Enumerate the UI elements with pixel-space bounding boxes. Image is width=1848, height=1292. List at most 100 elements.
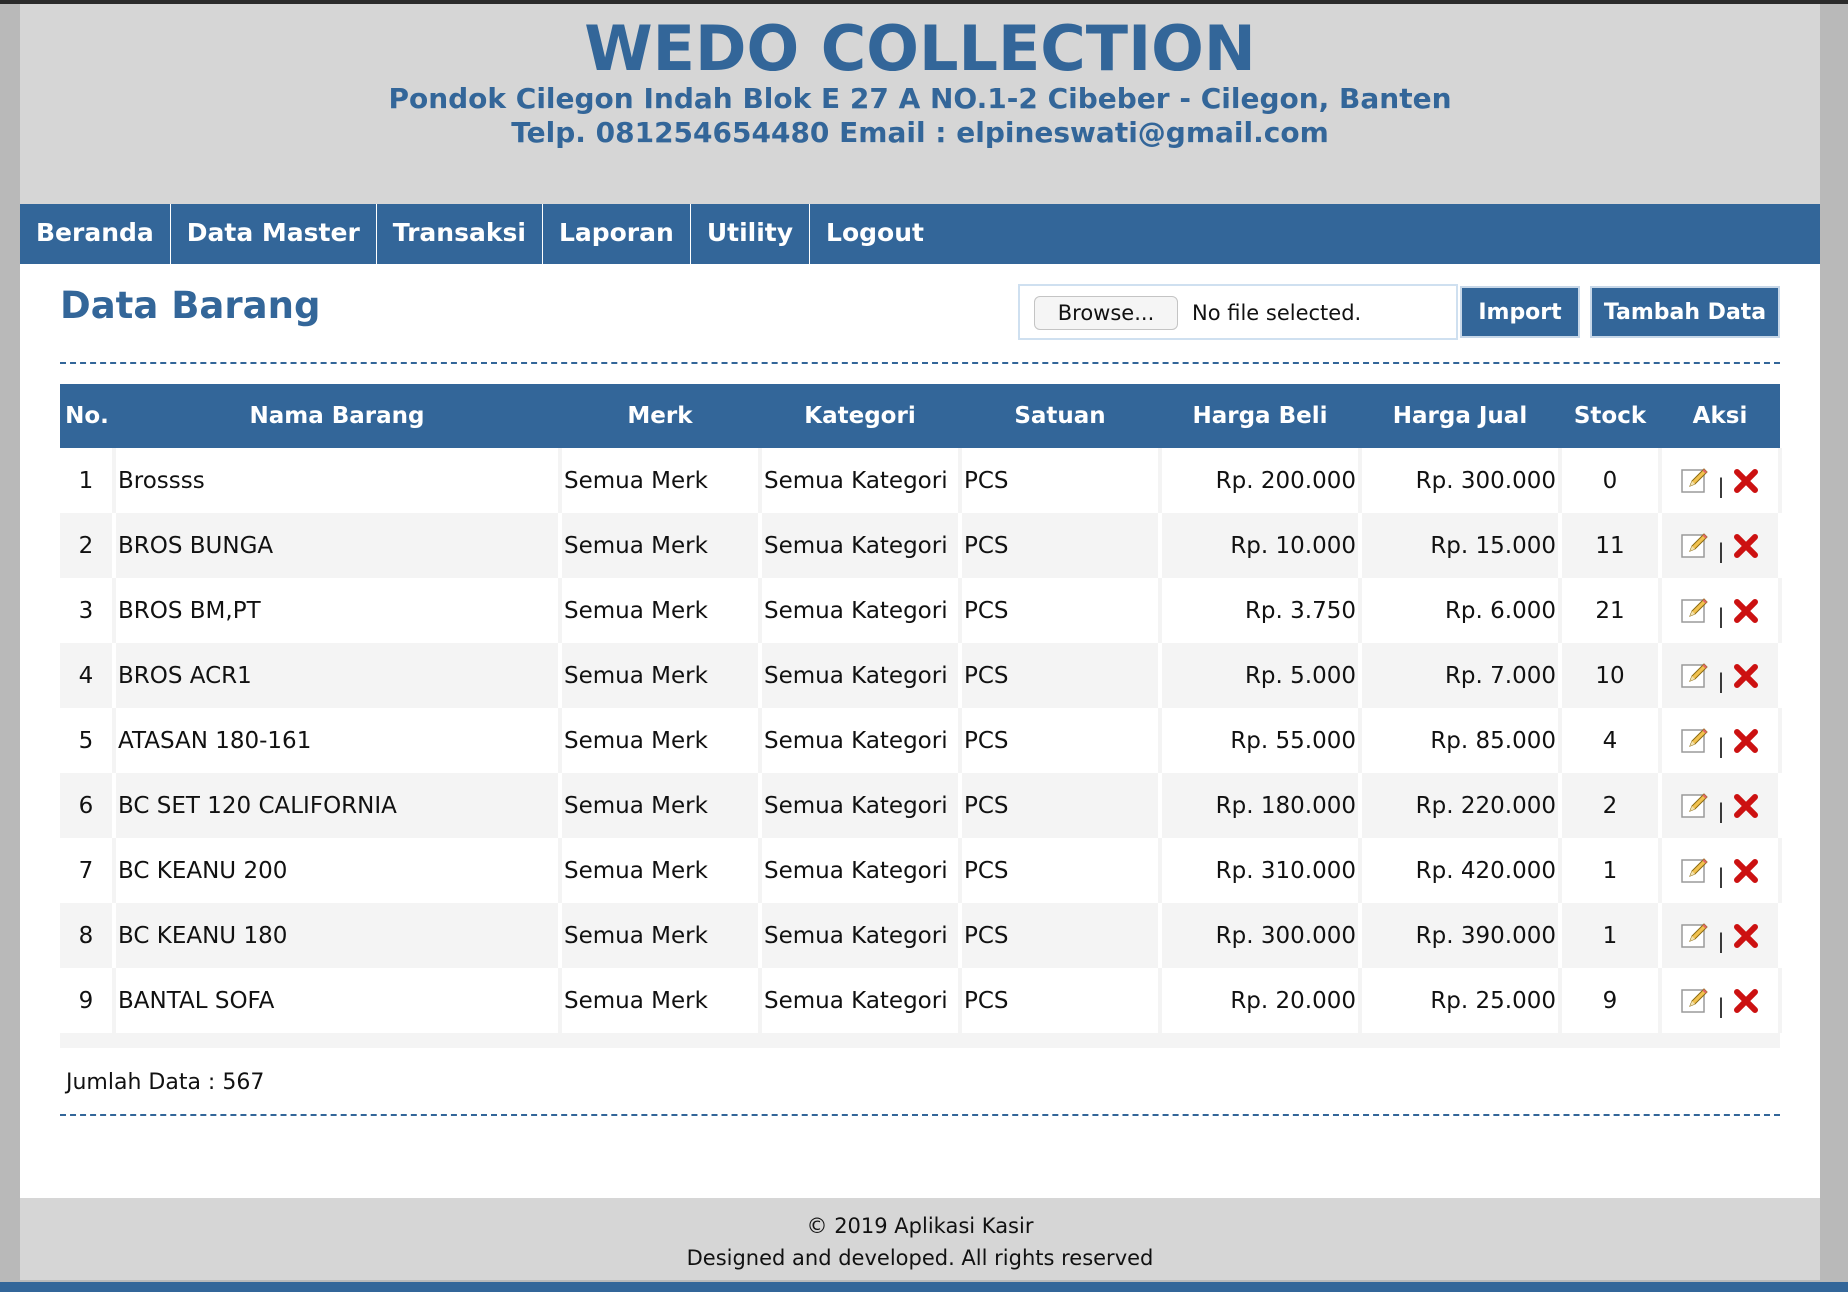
- delete-icon[interactable]: [1732, 922, 1760, 950]
- delete-icon[interactable]: [1732, 792, 1760, 820]
- row-actions: |: [1664, 724, 1776, 758]
- edit-icon[interactable]: [1680, 596, 1710, 626]
- edit-icon[interactable]: [1680, 726, 1710, 756]
- nav-item-data-master[interactable]: Data Master: [171, 204, 377, 264]
- cell-satuan: PCS: [958, 578, 1162, 643]
- file-input[interactable]: Browse... No file selected.: [1018, 284, 1458, 340]
- row-actions: |: [1664, 529, 1776, 563]
- cell-nama: BROS BUNGA: [112, 513, 562, 578]
- edit-icon[interactable]: [1680, 986, 1710, 1016]
- table-row: 8 BC KEANU 180 Semua Merk Semua Kategori PCS…: [60, 903, 1782, 968]
- cell-satuan: PCS: [958, 643, 1162, 708]
- edit-icon[interactable]: [1680, 661, 1710, 691]
- cell-merk: Semua Merk: [558, 968, 762, 1033]
- footer-copyright: © 2019 Aplikasi Kasir: [806, 1214, 1034, 1238]
- table-row: 3 BROS BM,PT Semua Merk Semua Kategori PCS Rp…: [60, 578, 1782, 643]
- brand-title: WEDO COLLECTION: [584, 12, 1256, 85]
- cell-aksi: |: [1658, 448, 1782, 513]
- cell-harga-beli: Rp. 10.000: [1158, 513, 1362, 578]
- table-row: 4 BROS ACR1 Semua Merk Semua Kategori PCS Rp.…: [60, 643, 1782, 708]
- cell-kategori: Semua Kategori: [758, 708, 962, 773]
- site-header: WEDO COLLECTION Pondok Cilegon Indah Blo…: [20, 4, 1820, 204]
- col-header-kategori: Kategori: [760, 384, 960, 448]
- delete-icon[interactable]: [1732, 532, 1760, 560]
- cell-no: 4: [60, 643, 116, 708]
- cell-stock: 2: [1558, 773, 1662, 838]
- nav-item-logout[interactable]: Logout: [810, 204, 940, 264]
- edit-icon[interactable]: [1680, 466, 1710, 496]
- cell-no: 2: [60, 513, 116, 578]
- bottom-border: [0, 1282, 1848, 1292]
- cell-nama: BC KEANU 200: [112, 838, 562, 903]
- action-separator: |: [1717, 603, 1725, 628]
- delete-icon[interactable]: [1732, 662, 1760, 690]
- nav-item-transaksi[interactable]: Transaksi: [377, 204, 543, 264]
- cell-harga-jual: Rp. 15.000: [1358, 513, 1562, 578]
- cell-merk: Semua Merk: [558, 708, 762, 773]
- cell-harga-jual: Rp. 420.000: [1358, 838, 1562, 903]
- table-row: 5 ATASAN 180-161 Semua Merk Semua Kategori P…: [60, 708, 1782, 773]
- action-separator: |: [1717, 668, 1725, 693]
- row-actions: |: [1664, 984, 1776, 1018]
- action-separator: |: [1717, 798, 1725, 823]
- cell-merk: Semua Merk: [558, 513, 762, 578]
- data-table-container: No. Nama Barang Merk Kategori Satuan Har…: [60, 384, 1782, 1048]
- cell-satuan: PCS: [958, 708, 1162, 773]
- cell-kategori: Semua Kategori: [758, 903, 962, 968]
- cell-stock: 11: [1558, 513, 1662, 578]
- cell-no: 6: [60, 773, 116, 838]
- cell-harga-beli: Rp. 55.000: [1158, 708, 1362, 773]
- table-row: 7 BC KEANU 200 Semua Merk Semua Kategori PCS…: [60, 838, 1782, 903]
- delete-icon[interactable]: [1732, 597, 1760, 625]
- cell-no: 1: [60, 448, 116, 513]
- row-actions: |: [1664, 464, 1776, 498]
- cell-aksi: |: [1658, 578, 1782, 643]
- row-actions: |: [1664, 594, 1776, 628]
- cell-aksi: |: [1658, 968, 1782, 1033]
- edit-icon[interactable]: [1680, 531, 1710, 561]
- cell-harga-jual: Rp. 7.000: [1358, 643, 1562, 708]
- delete-icon[interactable]: [1732, 727, 1760, 755]
- footer-credits: Designed and developed. All rights reser…: [686, 1246, 1154, 1270]
- cell-nama: BC SET 120 CALIFORNIA: [112, 773, 562, 838]
- delete-icon[interactable]: [1732, 467, 1760, 495]
- cell-stock: 10: [1558, 643, 1662, 708]
- delete-icon[interactable]: [1732, 987, 1760, 1015]
- cell-merk: Semua Merk: [558, 578, 762, 643]
- edit-icon[interactable]: [1680, 921, 1710, 951]
- cell-harga-jual: Rp. 85.000: [1358, 708, 1562, 773]
- table-header-row: No. Nama Barang Merk Kategori Satuan Har…: [60, 384, 1780, 448]
- nav-item-laporan[interactable]: Laporan: [543, 204, 691, 264]
- action-separator: |: [1717, 928, 1725, 953]
- row-actions: |: [1664, 854, 1776, 888]
- cell-satuan: PCS: [958, 448, 1162, 513]
- table-row: 1 Brossss Semua Merk Semua Kategori PCS Rp. 2…: [60, 448, 1782, 513]
- col-header-stock: Stock: [1560, 384, 1660, 448]
- browse-button[interactable]: Browse...: [1034, 296, 1178, 330]
- nav-item-utility[interactable]: Utility: [691, 204, 811, 264]
- page-title: Data Barang: [60, 284, 321, 327]
- cell-merk: Semua Merk: [558, 773, 762, 838]
- cell-kategori: Semua Kategori: [758, 578, 962, 643]
- add-data-button[interactable]: Tambah Data: [1590, 286, 1780, 338]
- main-nav: Beranda Data Master Transaksi Laporan Ut…: [20, 204, 1820, 264]
- nav-item-beranda[interactable]: Beranda: [20, 204, 171, 264]
- edit-icon[interactable]: [1680, 856, 1710, 886]
- col-header-harga-beli: Harga Beli: [1160, 384, 1360, 448]
- cell-aksi: |: [1658, 513, 1782, 578]
- cell-stock: 21: [1558, 578, 1662, 643]
- cell-stock: 9: [1558, 968, 1662, 1033]
- cell-no: 8: [60, 903, 116, 968]
- cell-harga-beli: Rp. 3.750: [1158, 578, 1362, 643]
- import-button[interactable]: Import: [1460, 286, 1580, 338]
- cell-merk: Semua Merk: [558, 838, 762, 903]
- file-status-text: No file selected.: [1192, 301, 1362, 325]
- table-row: 6 BC SET 120 CALIFORNIA Semua Merk Semua Ka…: [60, 773, 1782, 838]
- cell-aksi: |: [1658, 773, 1782, 838]
- edit-icon[interactable]: [1680, 791, 1710, 821]
- table-row: 9 BANTAL SOFA Semua Merk Semua Kategori PCS R…: [60, 968, 1782, 1033]
- cell-merk: Semua Merk: [558, 448, 762, 513]
- cell-kategori: Semua Kategori: [758, 448, 962, 513]
- cell-stock: 1: [1558, 903, 1662, 968]
- delete-icon[interactable]: [1732, 857, 1760, 885]
